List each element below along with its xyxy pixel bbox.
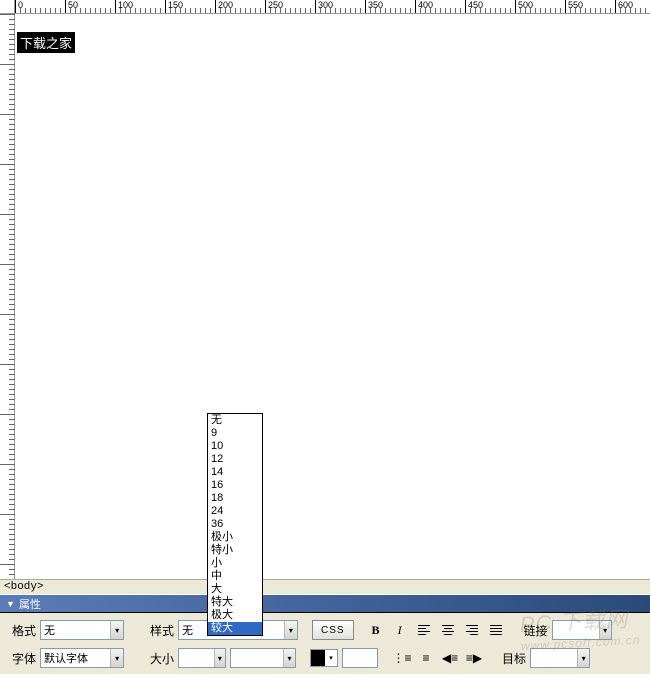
size-option[interactable]: 16 (208, 479, 262, 492)
font-input[interactable] (41, 652, 110, 664)
chevron-down-icon[interactable]: ▾ (284, 621, 297, 639)
indent-button[interactable]: ≡▶ (464, 649, 484, 667)
italic-button[interactable]: I (390, 621, 410, 639)
link-input[interactable] (553, 624, 599, 636)
css-button[interactable]: CSS (312, 620, 354, 640)
chevron-down-icon: ▾ (325, 650, 337, 666)
vertical-ruler (0, 14, 15, 579)
size-option[interactable]: 36 (208, 518, 262, 531)
link-select[interactable]: ▾ (552, 620, 612, 640)
size-option[interactable]: 小 (208, 557, 262, 570)
size-option[interactable]: 12 (208, 453, 262, 466)
size-unit-select[interactable]: ▾ (230, 648, 296, 668)
horizontal-ruler: 050100150200250300350400450500550600 (15, 0, 650, 14)
text-color-swatch[interactable]: ▾ (310, 649, 338, 667)
size-option[interactable]: 18 (208, 492, 262, 505)
target-select[interactable]: ▾ (530, 648, 590, 668)
align-center-button[interactable] (438, 621, 458, 639)
chevron-down-icon[interactable]: ▾ (214, 649, 225, 667)
size-select[interactable]: ▾ (178, 648, 226, 668)
size-unit-input[interactable] (231, 652, 283, 664)
style-label: 样式 (146, 622, 174, 639)
chevron-down-icon[interactable]: ▾ (599, 621, 611, 639)
design-canvas[interactable]: 下载之家 (15, 14, 650, 579)
bold-button[interactable]: B (366, 621, 386, 639)
outdent-button[interactable]: ◀≡ (440, 649, 460, 667)
size-option[interactable]: 极大 (208, 609, 262, 622)
align-justify-button[interactable] (486, 621, 506, 639)
size-option[interactable]: 10 (208, 440, 262, 453)
format-label: 格式 (8, 622, 36, 639)
tag-selector-bar[interactable]: <body> (0, 579, 650, 594)
size-option[interactable]: 9 (208, 427, 262, 440)
align-left-button[interactable] (414, 621, 434, 639)
align-right-button[interactable] (462, 621, 482, 639)
format-input[interactable] (41, 624, 110, 636)
list-ul-button[interactable]: ⋮≡ (392, 649, 412, 667)
chevron-down-icon[interactable]: ▾ (110, 649, 123, 667)
color-box-icon (311, 650, 325, 666)
link-label: 链接 (522, 622, 548, 639)
size-option[interactable]: 24 (208, 505, 262, 518)
properties-panel: ▼ 属性 格式 ▾ 样式 ▾ CSS B I 链接 (0, 594, 650, 674)
list-ol-button[interactable]: ≡ (416, 649, 436, 667)
target-label: 目标 (500, 650, 526, 667)
size-option[interactable]: 无 (208, 414, 262, 427)
panel-header[interactable]: ▼ 属性 (0, 595, 650, 613)
font-label: 字体 (8, 650, 36, 667)
chevron-down-icon[interactable]: ▾ (577, 649, 589, 667)
font-select[interactable]: ▾ (40, 648, 124, 668)
color-hex-input[interactable] (342, 648, 378, 668)
size-option[interactable]: 中 (208, 570, 262, 583)
canvas-selected-text[interactable]: 下载之家 (17, 32, 75, 53)
size-input[interactable] (179, 652, 214, 664)
size-option[interactable]: 14 (208, 466, 262, 479)
size-option[interactable]: 较大 (208, 622, 262, 635)
target-input[interactable] (531, 652, 577, 664)
size-dropdown-list[interactable]: 无910121416182436极小特小小中大特大极大较大 (207, 413, 263, 636)
format-select[interactable]: ▾ (40, 620, 124, 640)
panel-title: 属性 (19, 596, 41, 612)
size-option[interactable]: 极小 (208, 531, 262, 544)
chevron-down-icon[interactable]: ▾ (283, 649, 295, 667)
chevron-down-icon[interactable]: ▾ (110, 621, 123, 639)
size-option[interactable]: 大 (208, 583, 262, 596)
size-option[interactable]: 特大 (208, 596, 262, 609)
size-option[interactable]: 特小 (208, 544, 262, 557)
collapse-arrow-icon: ▼ (6, 599, 15, 609)
size-label: 大小 (146, 650, 174, 667)
color-input[interactable] (343, 652, 377, 664)
ruler-corner (0, 0, 15, 14)
